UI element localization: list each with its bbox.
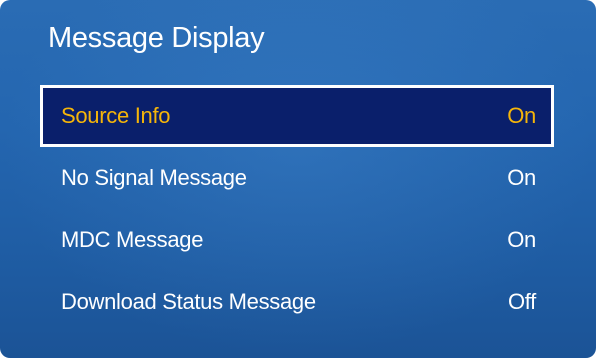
menu-item-source-info[interactable]: Source Info On <box>40 85 554 147</box>
menu-item-no-signal-message[interactable]: No Signal Message On <box>40 147 554 209</box>
menu-item-label: No Signal Message <box>61 165 247 190</box>
menu-item-value: On <box>507 227 536 252</box>
menu-item-value: On <box>507 165 536 190</box>
menu-item-label: Download Status Message <box>61 289 316 314</box>
message-display-panel: Message Display Source Info On No Signal… <box>0 0 596 358</box>
menu-item-download-status-message[interactable]: Download Status Message Off <box>40 271 554 333</box>
menu-item-label: MDC Message <box>61 227 204 252</box>
menu-item-mdc-message[interactable]: MDC Message On <box>40 209 554 271</box>
menu-list: Source Info On No Signal Message On MDC … <box>40 85 554 333</box>
menu-item-value: Off <box>507 289 536 314</box>
panel-title: Message Display <box>48 22 265 54</box>
menu-item-label: Source Info <box>61 103 171 128</box>
menu-item-value: On <box>507 103 536 128</box>
